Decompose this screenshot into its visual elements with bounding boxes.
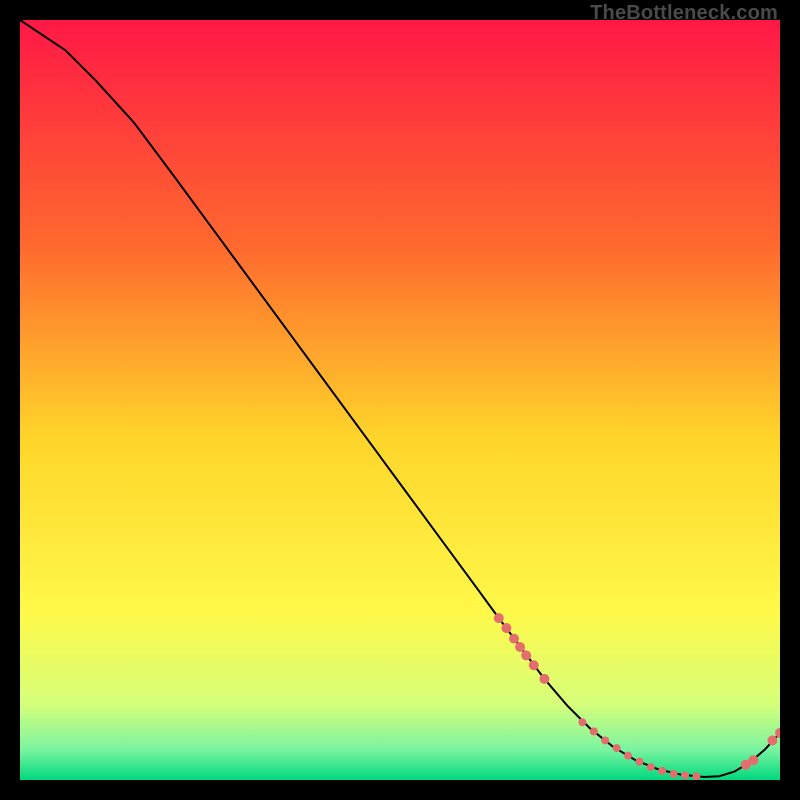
data-point [529,660,539,670]
data-point [748,755,758,765]
data-point [624,752,632,760]
data-point [509,634,519,644]
data-point [692,772,700,780]
gradient-background [20,20,780,780]
data-point [578,718,586,726]
data-point [521,650,531,660]
data-point [601,736,609,744]
data-point [681,771,689,779]
data-point [658,767,666,775]
watermark-text: TheBottleneck.com [590,2,778,25]
chart-svg [20,20,780,780]
data-point [501,623,511,633]
data-point [515,642,525,652]
data-point [613,744,621,752]
data-point [494,613,504,623]
data-point [539,674,549,684]
data-point [647,763,655,771]
chart-frame [20,20,780,780]
data-point [635,758,643,766]
data-point [670,770,678,778]
data-point [590,727,598,735]
data-point [767,735,777,745]
